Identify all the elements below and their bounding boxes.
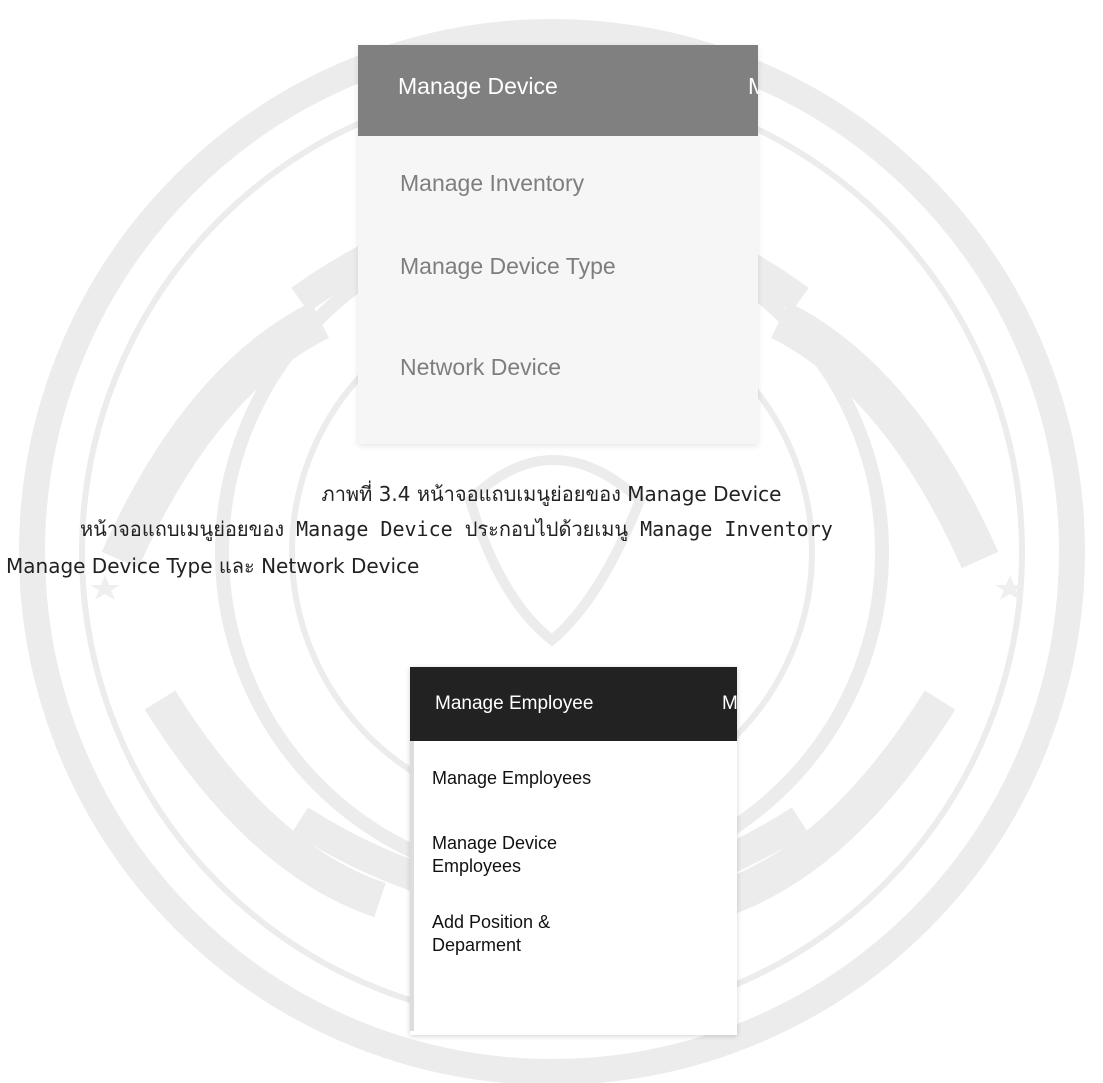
menu-bar: Manage Employee Ma [410, 667, 737, 741]
submenu-manage-employees[interactable]: Manage Employees [432, 767, 632, 790]
submenu-manage-inventory[interactable]: Manage Inventory [400, 167, 670, 200]
menu-bar: Manage Device Ma [358, 45, 758, 136]
submenu-add-position-department[interactable]: Add Position & Deparment [432, 911, 582, 957]
paragraph-line-2: Manage Device Type และ Network Device [6, 554, 420, 578]
submenu-manage-device-type[interactable]: Manage Device Type [400, 250, 640, 283]
figure-caption: ภาพที่ 3.4 หน้าจอแถบเมนูย่อยของ Manage D… [321, 482, 782, 506]
submenu-network-device[interactable]: Network Device [400, 351, 670, 384]
menu-left-border [410, 741, 414, 1031]
menu-manage-device[interactable]: Manage Device [398, 73, 558, 100]
manage-employee-menu-screenshot: Manage Employee Ma Manage Employees Mana… [410, 667, 737, 1035]
menu-next-item[interactable]: Ma [748, 73, 758, 100]
menu-next-item[interactable]: Ma [722, 693, 737, 715]
manage-device-menu-screenshot: Manage Device Ma Manage Inventory Manage… [358, 45, 758, 444]
paragraph-line-1: หน้าจอแถบเมนูย่อยของ Manage Device ประกอ… [80, 517, 833, 541]
menu-manage-employee[interactable]: Manage Employee [435, 693, 593, 715]
submenu-manage-device-employees[interactable]: Manage Device Employees [432, 832, 582, 878]
